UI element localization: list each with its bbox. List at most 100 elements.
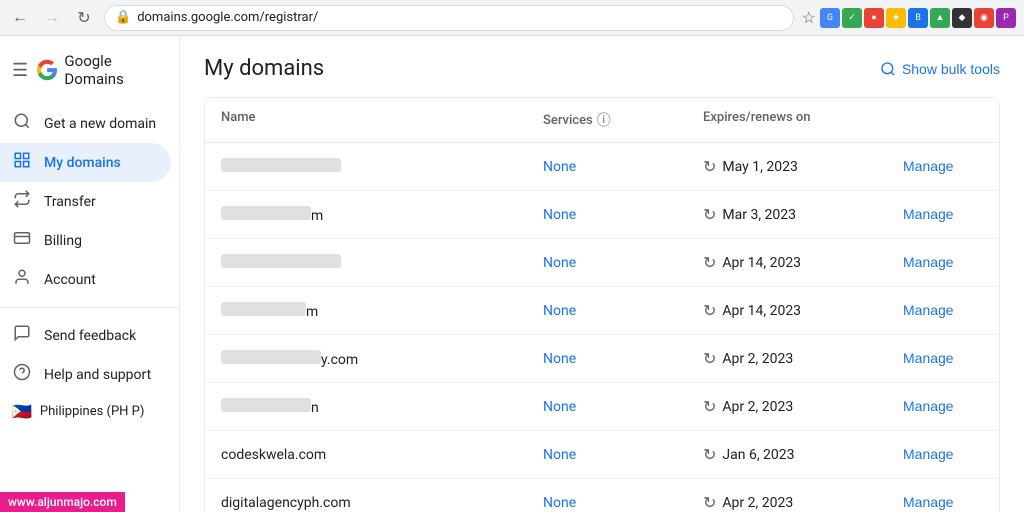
renew-icon: ↻ bbox=[703, 397, 716, 416]
sidebar-item-billing[interactable]: Billing bbox=[0, 221, 171, 260]
domain-name bbox=[221, 254, 543, 272]
transfer-icon bbox=[12, 190, 32, 213]
services-value: None bbox=[543, 303, 703, 319]
sidebar-item-send-feedback[interactable]: Send feedback bbox=[0, 316, 171, 355]
sidebar-item-transfer[interactable]: Transfer bbox=[0, 182, 171, 221]
bulk-btn-label: Show bulk tools bbox=[902, 61, 1000, 77]
domains-icon bbox=[12, 151, 32, 174]
col-action-header bbox=[903, 110, 983, 130]
manage-button[interactable]: Manage bbox=[903, 302, 954, 318]
ext-icon-5: B bbox=[908, 8, 928, 28]
manage-button[interactable]: Manage bbox=[903, 254, 954, 270]
sidebar-item-help-support[interactable]: Help and support bbox=[0, 355, 171, 394]
address-bar[interactable]: 🔒 domains.google.com/registrar/ bbox=[104, 5, 794, 31]
back-button[interactable]: ← bbox=[8, 6, 32, 30]
manage-button[interactable]: Manage bbox=[903, 494, 954, 510]
sidebar-item-label: Help and support bbox=[44, 367, 151, 383]
table-row: y.com None ↻ Apr 2, 2023 Manage bbox=[205, 335, 999, 383]
nav-divider bbox=[0, 307, 179, 308]
redacted-name bbox=[221, 398, 311, 412]
services-value: None bbox=[543, 495, 703, 511]
ext-icon-2: ✓ bbox=[842, 8, 862, 28]
help-icon bbox=[12, 363, 32, 386]
table-header: Name Services ⓘ Expires/renews on bbox=[205, 98, 999, 143]
sidebar-item-get-new-domain[interactable]: Get a new domain bbox=[0, 104, 171, 143]
sidebar-item-label: Billing bbox=[44, 233, 82, 249]
ext-icon-6: ▲ bbox=[930, 8, 950, 28]
table-row: n None ↻ Apr 2, 2023 Manage bbox=[205, 383, 999, 431]
domain-name: m bbox=[221, 302, 543, 320]
renew-icon: ↻ bbox=[703, 301, 716, 320]
table-row: m None ↻ Mar 3, 2023 Manage bbox=[205, 191, 999, 239]
redacted-name bbox=[221, 158, 341, 172]
hamburger-icon[interactable]: ☰ bbox=[12, 60, 28, 81]
renew-icon: ↻ bbox=[703, 493, 716, 512]
page-title: My domains bbox=[204, 56, 324, 81]
services-value: None bbox=[543, 255, 703, 271]
expires-value: ↻ Apr 2, 2023 bbox=[703, 493, 903, 512]
manage-cell: Manage bbox=[903, 302, 983, 319]
browser-actions: ☆ G ✓ ● ★ B ▲ ◆ ◉ P bbox=[802, 8, 1016, 28]
manage-button[interactable]: Manage bbox=[903, 158, 954, 174]
page-header: My domains Show bulk tools bbox=[204, 56, 1000, 81]
ext-icon-8: ◉ bbox=[974, 8, 994, 28]
sidebar-header: ☰ Google Domains bbox=[0, 44, 179, 104]
domain-name: m bbox=[221, 206, 543, 224]
manage-cell: Manage bbox=[903, 446, 983, 463]
services-value: None bbox=[543, 399, 703, 415]
app-container: ☰ Google Domains Get a new domain bbox=[0, 36, 1024, 512]
ext-icon-1: G bbox=[820, 8, 840, 28]
expires-value: ↻ Apr 2, 2023 bbox=[703, 397, 903, 416]
domains-table: Name Services ⓘ Expires/renews on None ↻… bbox=[204, 97, 1000, 512]
renew-icon: ↻ bbox=[703, 253, 716, 272]
main-content: My domains Show bulk tools Name Services… bbox=[180, 36, 1024, 512]
locale-selector[interactable]: 🇵🇭 Philippines (PH P) bbox=[0, 394, 179, 429]
manage-button[interactable]: Manage bbox=[903, 398, 954, 414]
sidebar-item-account[interactable]: Account bbox=[0, 260, 171, 299]
lock-icon: 🔒 bbox=[115, 10, 131, 25]
domain-name: codeskwela.com bbox=[221, 447, 543, 463]
manage-cell: Manage bbox=[903, 254, 983, 271]
manage-cell: Manage bbox=[903, 350, 983, 367]
domain-name: digitalagencyph.com bbox=[221, 495, 543, 511]
renew-icon: ↻ bbox=[703, 157, 716, 176]
table-row: None ↻ May 1, 2023 Manage bbox=[205, 143, 999, 191]
ext-icon-7: ◆ bbox=[952, 8, 972, 28]
show-bulk-tools-button[interactable]: Show bulk tools bbox=[880, 61, 1000, 77]
col-name-header: Name bbox=[221, 110, 543, 130]
col-expires-header: Expires/renews on bbox=[703, 110, 903, 130]
expires-value: ↻ Apr 14, 2023 bbox=[703, 253, 903, 272]
table-row: None ↻ Apr 14, 2023 Manage bbox=[205, 239, 999, 287]
redacted-name bbox=[221, 350, 321, 364]
manage-cell: Manage bbox=[903, 158, 983, 175]
renew-icon: ↻ bbox=[703, 445, 716, 464]
google-logo-icon bbox=[36, 58, 58, 82]
sidebar-item-label: My domains bbox=[44, 155, 121, 171]
expires-value: ↻ Apr 14, 2023 bbox=[703, 301, 903, 320]
bookmark-icon[interactable]: ☆ bbox=[802, 8, 816, 27]
sidebar-item-label: Account bbox=[44, 272, 96, 288]
renew-icon: ↻ bbox=[703, 205, 716, 224]
services-value: None bbox=[543, 351, 703, 367]
account-icon bbox=[12, 268, 32, 291]
forward-button[interactable]: → bbox=[40, 6, 64, 30]
manage-cell: Manage bbox=[903, 398, 983, 415]
feedback-icon bbox=[12, 324, 32, 347]
url-text: domains.google.com/registrar/ bbox=[137, 10, 318, 25]
billing-icon bbox=[12, 229, 32, 252]
table-row: codeskwela.com None ↻ Jan 6, 2023 Manage bbox=[205, 431, 999, 479]
reload-button[interactable]: ↻ bbox=[72, 6, 96, 30]
manage-button[interactable]: Manage bbox=[903, 446, 954, 462]
extension-icons: G ✓ ● ★ B ▲ ◆ ◉ P bbox=[820, 8, 1016, 28]
services-info-icon[interactable]: ⓘ bbox=[597, 110, 611, 130]
manage-button[interactable]: Manage bbox=[903, 350, 954, 366]
locale-label: Philippines (PH P) bbox=[40, 404, 145, 419]
services-value: None bbox=[543, 447, 703, 463]
services-value: None bbox=[543, 159, 703, 175]
sidebar-item-label: Transfer bbox=[44, 194, 96, 210]
sidebar-item-my-domains[interactable]: My domains bbox=[0, 143, 171, 182]
redacted-name bbox=[221, 302, 306, 316]
manage-button[interactable]: Manage bbox=[903, 206, 954, 222]
domain-name: n bbox=[221, 398, 543, 416]
col-services-header: Services ⓘ bbox=[543, 110, 703, 130]
